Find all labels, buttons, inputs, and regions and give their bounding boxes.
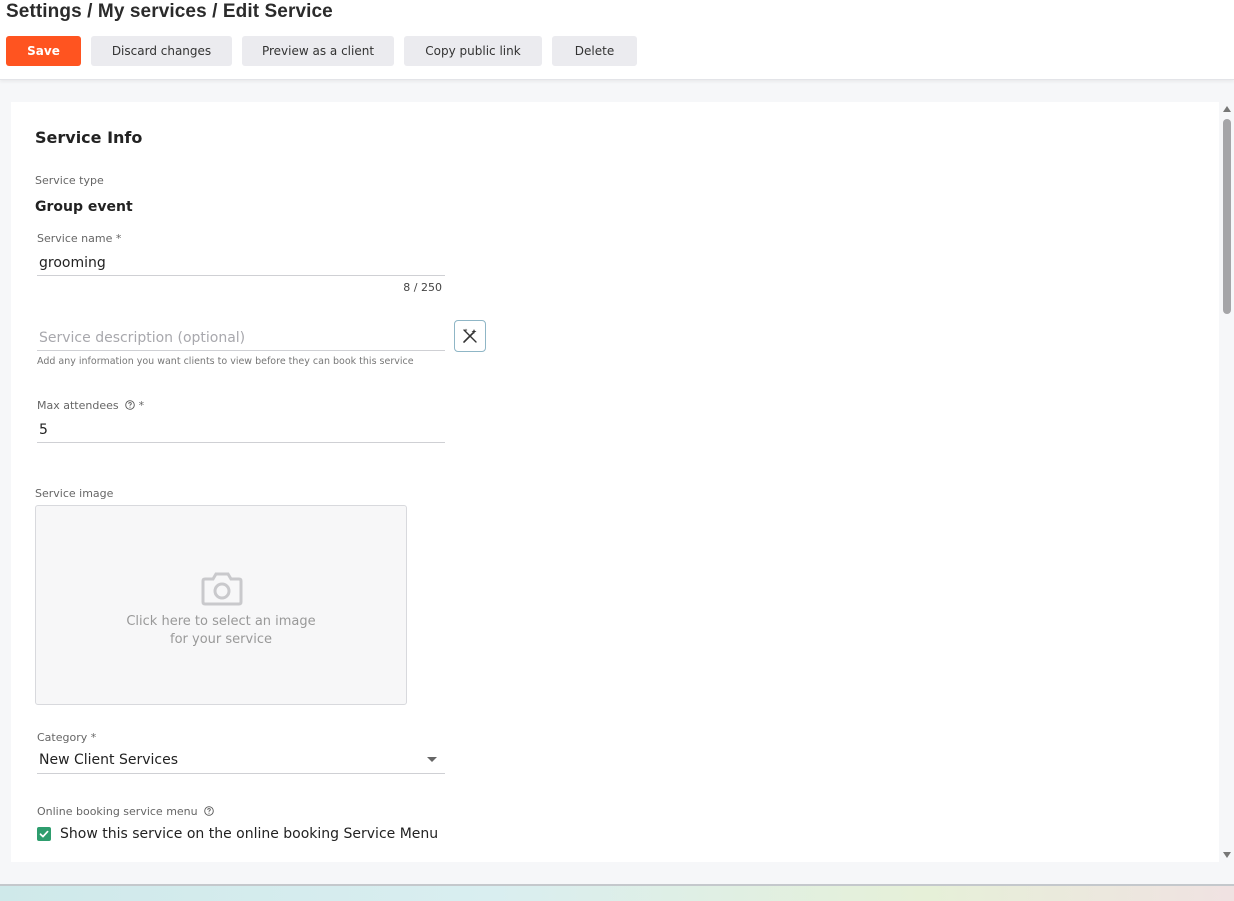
vertical-scrollbar[interactable] [1221, 102, 1233, 862]
max-attendees-field[interactable] [37, 417, 445, 443]
category-select[interactable]: New Client Services [37, 748, 445, 774]
service-name-label: Service name * [37, 232, 122, 245]
description-help-text: Add any information you want clients to … [37, 356, 414, 367]
service-type-label: Service type [35, 174, 104, 187]
online-menu-label-row: Online booking service menu [37, 805, 214, 818]
scrollbar-thumb[interactable] [1223, 119, 1231, 314]
service-name-field[interactable] [37, 250, 445, 276]
online-menu-checkbox-row[interactable]: Show this service on the online booking … [37, 826, 438, 842]
preview-as-client-button[interactable]: Preview as a client [242, 36, 394, 66]
save-button[interactable]: Save [6, 36, 81, 66]
service-image-upload[interactable]: Click here to select an image for your s… [35, 505, 407, 705]
category-value: New Client Services [39, 752, 179, 768]
max-attendees-required: * [138, 399, 145, 412]
service-type-value: Group event [35, 199, 133, 215]
service-image-label: Service image [35, 487, 114, 500]
online-menu-checkbox[interactable] [37, 827, 51, 841]
help-circle-icon[interactable] [204, 806, 214, 816]
ai-generate-description-button[interactable] [454, 320, 486, 352]
service-name-counter: 8 / 250 [403, 281, 442, 294]
check-icon [39, 830, 49, 838]
copy-public-link-button[interactable]: Copy public link [404, 36, 542, 66]
service-info-panel: Service Info Service type Group event Se… [11, 102, 1219, 862]
magic-wand-icon [463, 328, 477, 343]
image-caption-line1: Click here to select an image [126, 614, 316, 629]
online-menu-checkbox-label: Show this service on the online booking … [60, 826, 439, 842]
service-description-field[interactable] [37, 325, 445, 351]
image-caption-line2: for your service [170, 632, 272, 647]
image-upload-caption: Click here to select an image for your s… [36, 613, 406, 649]
service-description-input[interactable] [37, 325, 445, 350]
top-bar: Settings / My services / Edit Service Sa… [0, 0, 1234, 80]
camera-icon [201, 572, 243, 606]
max-attendees-input[interactable] [37, 417, 445, 442]
max-attendees-label: Max attendees [37, 399, 119, 412]
online-menu-label: Online booking service menu [37, 805, 198, 818]
breadcrumb: Settings / My services / Edit Service [6, 1, 333, 22]
max-attendees-label-row: Max attendees * [37, 399, 144, 412]
service-name-input[interactable] [37, 250, 445, 275]
help-circle-icon[interactable] [125, 400, 135, 410]
caret-down-icon [427, 757, 437, 762]
category-label: Category * [37, 731, 97, 744]
section-title: Service Info [35, 128, 143, 147]
discard-changes-button[interactable]: Discard changes [91, 36, 232, 66]
delete-button[interactable]: Delete [552, 36, 637, 66]
taskbar-edge [0, 884, 1234, 901]
scroll-up-arrow-icon[interactable] [1223, 106, 1231, 112]
scroll-down-arrow-icon[interactable] [1223, 852, 1231, 858]
